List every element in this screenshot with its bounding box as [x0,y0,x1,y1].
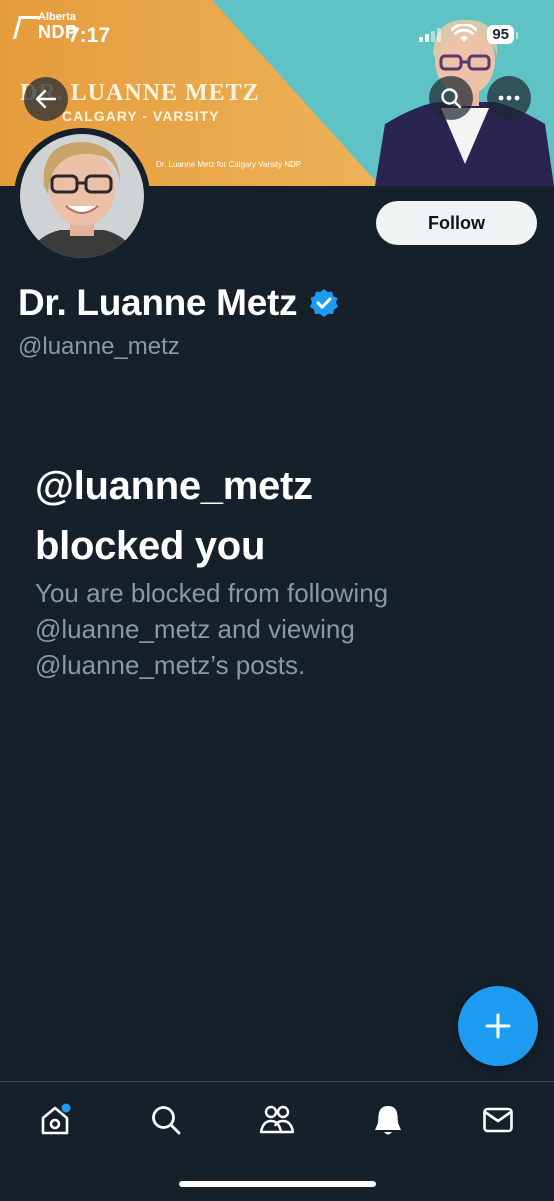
status-icons: 95 [419,24,518,44]
profile-search-button[interactable] [429,76,473,120]
profile-avatar[interactable] [14,128,150,264]
plus-icon [485,1013,511,1039]
compose-post-button[interactable] [458,986,538,1066]
blocked-description: You are blocked from following @luanne_m… [35,576,505,684]
messages-icon [483,1107,513,1133]
verified-badge-icon[interactable] [309,288,339,318]
status-time: 7:17 [68,24,111,47]
blocked-description-line2: @luanne_metz and viewing [35,613,355,644]
signal-icon [419,26,442,42]
blocked-description-line3: @luanne_metz’s posts. [35,649,306,680]
home-icon [41,1103,71,1135]
communities-icon [259,1105,295,1134]
nav-messages[interactable] [478,1100,518,1140]
profile-display-name: Dr. Luanne Metz [18,282,298,323]
banner-caption: Dr. Luanne Metz for Calgary Varsity NDP [156,160,302,169]
nav-search[interactable] [146,1100,186,1140]
notifications-icon [375,1106,401,1135]
home-indicator[interactable] [179,1181,376,1187]
back-button[interactable] [24,77,68,121]
nav-notifications[interactable] [368,1100,408,1140]
wifi-icon [451,24,478,42]
blocked-heading-line1: @luanne_metz [35,464,313,508]
search-icon [152,1106,181,1135]
search-icon [441,88,462,109]
blocked-description-line1: You are blocked from following [35,578,389,608]
blocked-heading: @luanne_metz blocked you [35,456,515,576]
back-arrow-icon [35,89,57,109]
avatar-photo [14,128,150,264]
nav-communities[interactable] [257,1100,297,1140]
profile-handle: @luanne_metz [18,333,180,360]
nav-home[interactable] [35,1100,75,1140]
blocked-heading-line2: blocked you [35,524,266,568]
more-options-button[interactable] [487,76,531,120]
battery-indicator: 95 [487,24,518,44]
follow-button[interactable]: Follow [376,201,537,245]
more-dots-icon [498,95,520,101]
profile-display-name-row: Dr. Luanne Metz [18,282,339,324]
ndp-leaf-icon [12,16,41,39]
banner-subtitle: CALGARY - VARSITY [62,108,220,124]
